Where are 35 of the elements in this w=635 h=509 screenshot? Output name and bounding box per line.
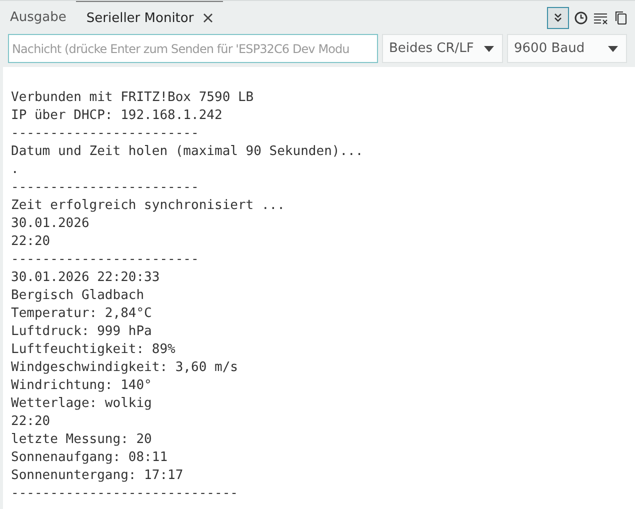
output-line: ----------------------------- bbox=[11, 486, 238, 501]
output-line: Luftfeuchtigkeit: 89% bbox=[11, 342, 176, 357]
copy-icon[interactable] bbox=[614, 10, 627, 25]
output-line: 30.01.2026 22:20:33 bbox=[11, 270, 160, 285]
clear-output-icon[interactable] bbox=[593, 10, 609, 24]
close-icon[interactable] bbox=[202, 13, 213, 23]
output-line: Windrichtung: 140° bbox=[11, 378, 152, 393]
output-line: letzte Messung: 20 bbox=[11, 432, 152, 447]
output-line: 22:20 bbox=[11, 414, 50, 429]
baud-rate-dropdown[interactable]: 9600 Baud bbox=[507, 34, 627, 63]
output-line: Windgeschwindigkeit: 3,60 m/s bbox=[11, 360, 238, 375]
output-line: Sonnenaufgang: 08:11 bbox=[11, 450, 168, 465]
output-line: Temperatur: 2,84°C bbox=[11, 306, 152, 321]
line-ending-dropdown[interactable]: Beides CR/LF bbox=[382, 34, 503, 63]
double-chevron-down-icon bbox=[552, 12, 564, 24]
output-line: Luftdruck: 999 hPa bbox=[11, 324, 152, 339]
tab[interactable]: Ausgabe bbox=[0, 1, 76, 34]
message-input-field[interactable]: Nachicht (drücke Enter zum Senden für 'ESP32C6 Dev Modu bbox=[8, 34, 378, 63]
output-line: Datum und Zeit holen (maximal 90 Sekunden)... bbox=[11, 144, 364, 159]
output-line: Bergisch Gladbach bbox=[11, 288, 144, 303]
output-line: IP über DHCP: 192.168.1.242 bbox=[11, 108, 222, 123]
autoscroll-button[interactable] bbox=[547, 6, 569, 28]
output-line: 22:20 bbox=[11, 234, 50, 249]
clock-icon[interactable] bbox=[574, 10, 588, 24]
output-line: 30.01.2026 bbox=[11, 216, 90, 231]
output-line: . bbox=[11, 162, 19, 177]
output-line: ------------------------ bbox=[11, 180, 199, 195]
output-line: Sonnenuntergang: 17:17 bbox=[11, 468, 184, 483]
caret-icon bbox=[484, 46, 494, 52]
output-line: Zeit erfolgreich synchronisiert ... bbox=[11, 198, 285, 213]
output-line: ------------------------ bbox=[11, 126, 199, 141]
output-line: Verbunden mit FRITZ!Box 7590 LB bbox=[11, 90, 254, 105]
output-line: ------------------------ bbox=[11, 252, 199, 267]
caret-icon bbox=[608, 46, 618, 52]
output-line: Wetterlage: wolkig bbox=[11, 396, 152, 411]
